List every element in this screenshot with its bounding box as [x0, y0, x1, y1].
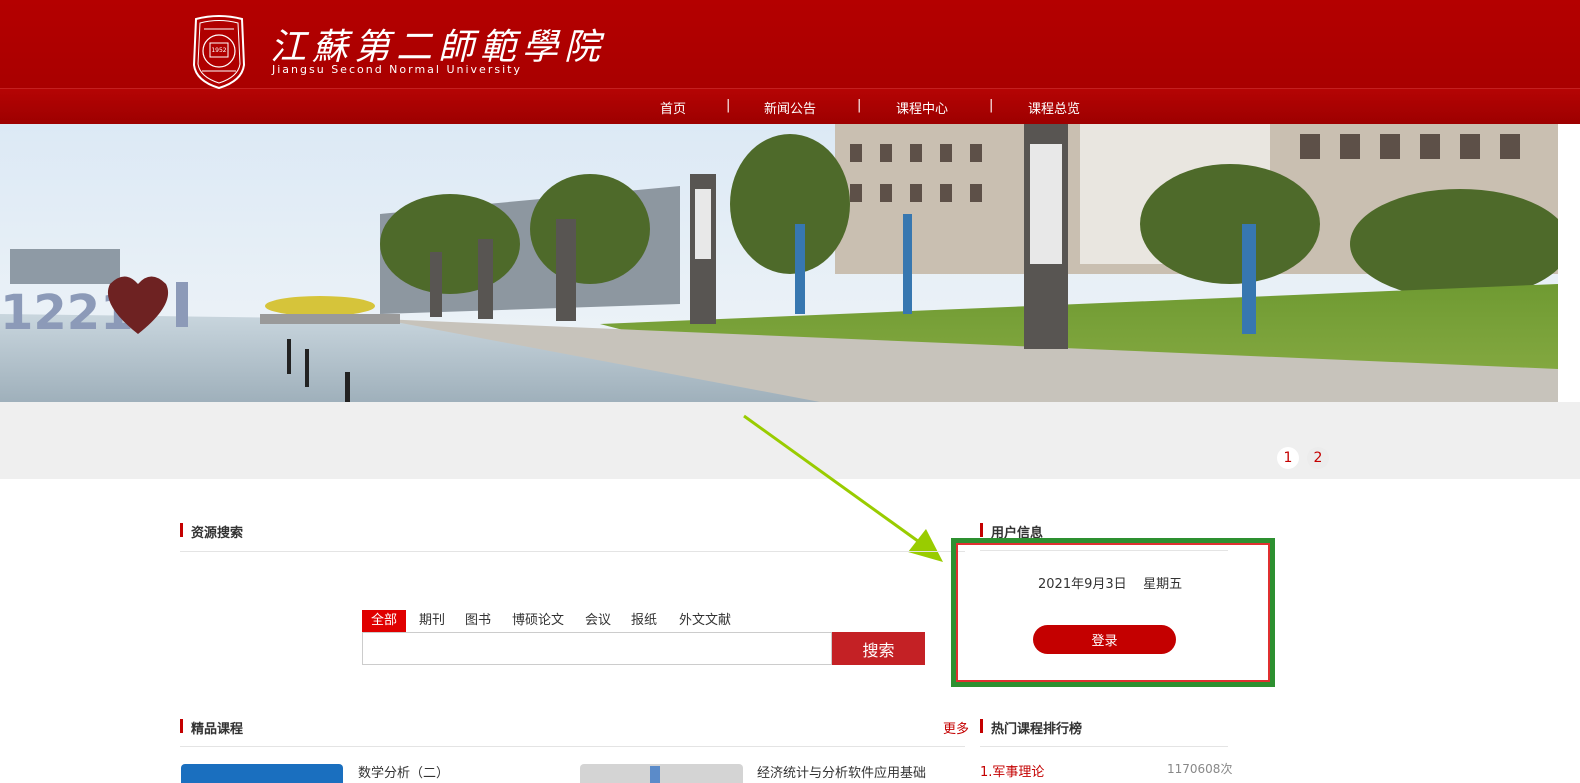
- resource-search-title: 资源搜索: [180, 522, 243, 541]
- more-courses-link[interactable]: 更多: [943, 718, 969, 737]
- nav-item-course-center[interactable]: 课程中心: [896, 98, 948, 117]
- course-title[interactable]: 经济统计与分析软件应用基础: [757, 762, 926, 781]
- weekday-value: 星期五: [1143, 577, 1183, 592]
- section-divider: [980, 746, 1228, 747]
- nav-separator: |: [989, 98, 994, 113]
- user-info-panel: [956, 543, 1270, 682]
- section-divider: [980, 550, 1228, 551]
- ranking-view-count: 1170608次: [1167, 762, 1233, 776]
- section-divider: [180, 746, 965, 747]
- nav-item-course-overview[interactable]: 课程总览: [1028, 98, 1080, 117]
- login-button[interactable]: 登录: [1033, 625, 1176, 654]
- ranking-item[interactable]: 1.军事理论: [980, 761, 1044, 780]
- tab-newspapers[interactable]: 报纸: [622, 610, 666, 632]
- featured-courses-title: 精品课程: [180, 718, 243, 737]
- university-name-en: Jiangsu Second Normal University: [272, 63, 522, 76]
- course-thumbnail[interactable]: [181, 764, 343, 783]
- university-seal-icon[interactable]: 1952: [190, 15, 248, 90]
- campus-banner-image[interactable]: 1221: [0, 124, 1558, 402]
- tab-theses[interactable]: 博硕论文: [503, 610, 573, 632]
- tab-books[interactable]: 图书: [456, 610, 500, 632]
- nav-separator: |: [857, 98, 862, 113]
- seal-year: 1952: [211, 47, 226, 54]
- course-title[interactable]: 数学分析（二）: [358, 762, 449, 781]
- search-input[interactable]: [362, 632, 832, 665]
- section-divider: [180, 551, 965, 552]
- tab-foreign-literature[interactable]: 外文文献: [670, 610, 740, 632]
- tab-conferences[interactable]: 会议: [576, 610, 620, 632]
- nav-item-home[interactable]: 首页: [660, 98, 686, 117]
- search-button[interactable]: 搜索: [832, 632, 925, 665]
- course-thumbnail[interactable]: [580, 764, 743, 783]
- pointer-arrow-icon: [743, 414, 943, 562]
- banner-page-2[interactable]: 2: [1307, 447, 1329, 469]
- hot-courses-ranking-title: 热门课程排行榜: [980, 718, 1082, 737]
- tab-journals[interactable]: 期刊: [410, 610, 454, 632]
- nav-item-news[interactable]: 新闻公告: [764, 98, 816, 117]
- date-value: 2021年9月3日: [1038, 577, 1127, 592]
- nav-separator: |: [726, 98, 731, 113]
- current-date: 2021年9月3日 星期五: [1038, 573, 1182, 592]
- banner-page-1[interactable]: 1: [1277, 447, 1299, 469]
- tab-all[interactable]: 全部: [362, 610, 407, 632]
